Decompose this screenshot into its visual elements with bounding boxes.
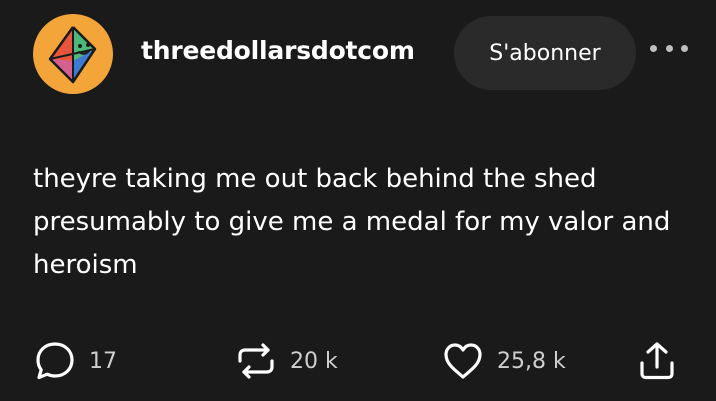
heart-icon	[444, 343, 482, 379]
like-button[interactable]: 25,8 k	[441, 335, 566, 387]
avatar[interactable]	[33, 14, 113, 94]
post-actions: 17 20 k 25,8 k	[0, 335, 716, 395]
like-count: 25,8 k	[497, 348, 566, 374]
share-button[interactable]	[635, 335, 679, 387]
reply-count: 17	[89, 348, 117, 374]
username[interactable]: threedollarsdotcom	[141, 36, 415, 65]
reply-button[interactable]: 17	[33, 335, 117, 387]
comment-bubble-icon	[36, 342, 74, 380]
octahedron-avatar-icon	[48, 26, 97, 84]
reblog-count: 20 k	[290, 348, 338, 374]
dot	[650, 44, 657, 52]
repost-arrows-icon	[238, 343, 274, 379]
more-dots-icon[interactable]	[650, 38, 688, 58]
post-header: threedollarsdotcom S'abonner	[0, 0, 716, 110]
post-body: theyre taking me out back behind the she…	[33, 164, 671, 280]
share-upload-icon	[640, 342, 674, 380]
follow-button[interactable]: S'abonner	[454, 16, 636, 90]
dot	[681, 44, 688, 52]
dot	[665, 44, 673, 52]
reblog-button[interactable]: 20 k	[234, 335, 338, 387]
